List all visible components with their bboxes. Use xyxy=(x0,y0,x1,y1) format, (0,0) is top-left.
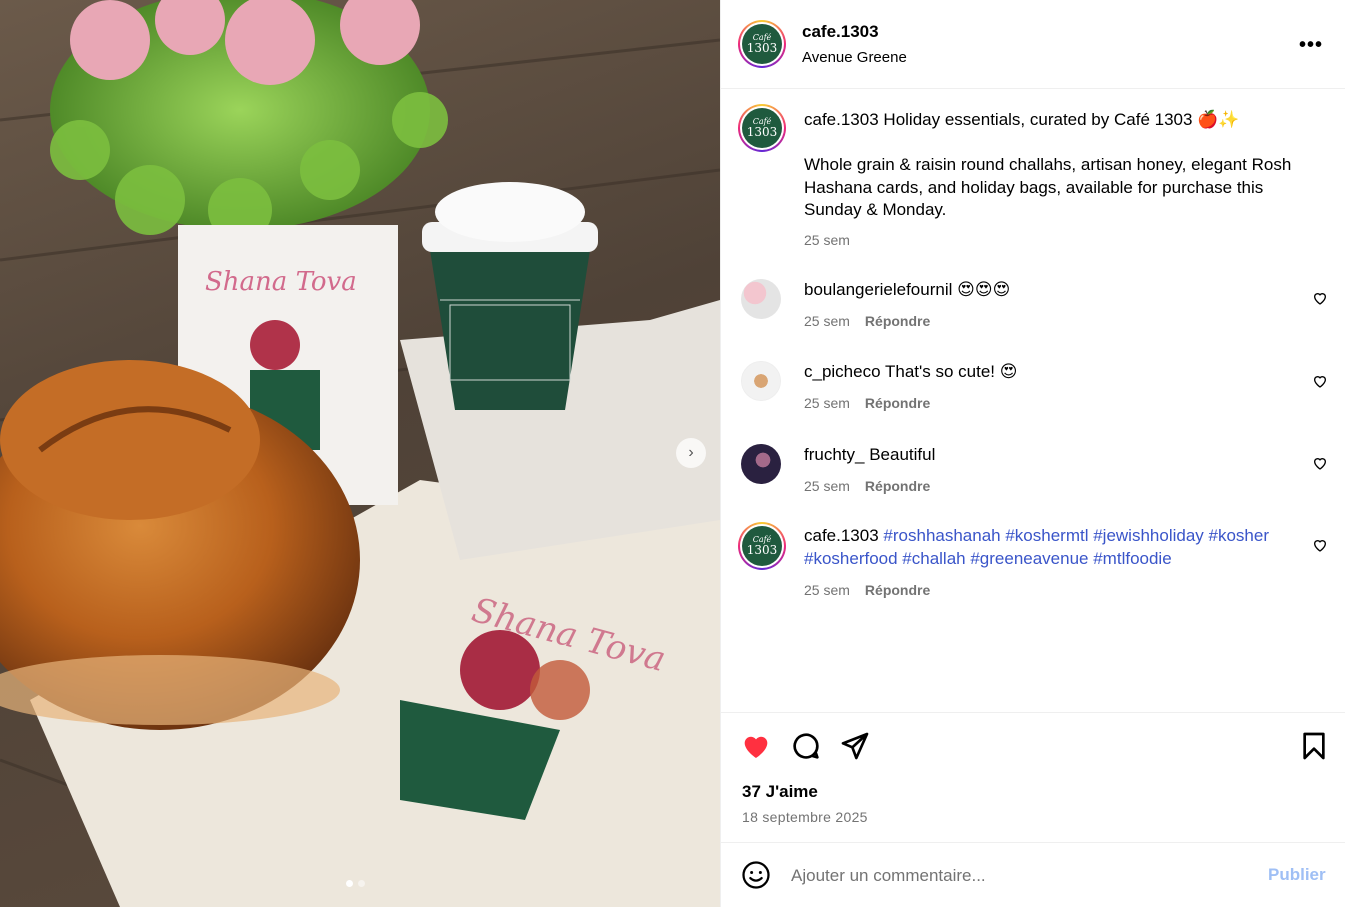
caption-body: Whole grain & raisin round challahs, art… xyxy=(804,155,1292,219)
comment-meta: 25 sem Répondre xyxy=(804,478,930,494)
comment-username[interactable]: c_picheco xyxy=(804,362,881,381)
avatar-logo-line2: 1303 xyxy=(746,125,778,139)
bookmark-save-icon[interactable] xyxy=(1298,730,1330,762)
more-options-icon[interactable]: ••• xyxy=(1299,34,1323,57)
reply-button[interactable]: Répondre xyxy=(865,478,930,494)
like-comment-heart-icon[interactable] xyxy=(1312,290,1328,306)
reply-button[interactable]: Répondre xyxy=(865,582,930,598)
publish-button[interactable]: Publier xyxy=(1268,865,1326,885)
caption-text: cafe.1303 Holiday essentials, curated by… xyxy=(804,109,1314,222)
comment-input[interactable] xyxy=(791,862,1241,890)
comment-body: 😍😍😍 xyxy=(957,280,1011,299)
comment-text: cafe.1303 #roshhashanah #koshermtl #jewi… xyxy=(804,525,1284,570)
comment-avatar[interactable] xyxy=(741,279,781,319)
carousel-dot xyxy=(346,880,353,887)
comment-text: c_picheco That's so cute! 😍 xyxy=(804,361,1017,384)
caption-time: 25 sem xyxy=(804,232,850,248)
comment-avatar[interactable] xyxy=(741,361,781,401)
author-avatar[interactable]: Café 1303 xyxy=(738,20,786,68)
like-comment-heart-icon[interactable] xyxy=(1312,537,1328,553)
comment-body: Beautiful xyxy=(869,445,936,464)
comment-time: 25 sem xyxy=(804,478,850,494)
post-location[interactable]: Avenue Greene xyxy=(802,49,907,66)
post-header: Café 1303 cafe.1303 Avenue Greene ••• xyxy=(721,0,1345,89)
avatar-logo-line2: 1303 xyxy=(746,543,778,557)
comment-time: 25 sem xyxy=(804,582,850,598)
caption-line1: Holiday essentials, curated by Café 1303… xyxy=(883,110,1240,129)
post-photo[interactable]: Shana Tova Shana Tova › xyxy=(0,0,720,907)
comment-avatar[interactable]: Café 1303 xyxy=(738,522,786,570)
comment-meta: 25 sem Répondre xyxy=(804,313,930,329)
next-photo-button[interactable]: › xyxy=(676,438,706,468)
comment-text: boulangerielefournil 😍😍😍 xyxy=(804,279,1010,302)
caption-username[interactable]: cafe.1303 xyxy=(804,110,879,129)
comment-bubble-icon[interactable] xyxy=(790,730,822,762)
likes-count[interactable]: 37 J'aime xyxy=(742,782,818,802)
like-comment-heart-icon[interactable] xyxy=(1312,455,1328,471)
reply-button[interactable]: Répondre xyxy=(865,313,930,329)
like-comment-heart-icon[interactable] xyxy=(1312,373,1328,389)
post-sidebar: Café 1303 cafe.1303 Avenue Greene ••• Ca… xyxy=(720,0,1345,907)
emoji-icon[interactable] xyxy=(741,860,771,890)
comment-meta: 25 sem Répondre xyxy=(804,395,930,411)
comment-time: 25 sem xyxy=(804,313,850,329)
post-actions: 37 J'aime 18 septembre 2025 xyxy=(721,712,1345,842)
comment-body: That's so cute! 😍 xyxy=(884,362,1018,381)
photo-illustration: Shana Tova Shana Tova xyxy=(0,0,720,907)
reply-button[interactable]: Répondre xyxy=(865,395,930,411)
author-username[interactable]: cafe.1303 xyxy=(802,22,879,42)
post-date: 18 septembre 2025 xyxy=(742,809,868,825)
carousel-dot xyxy=(358,880,365,887)
caption-meta: 25 sem xyxy=(804,232,850,248)
comment-username[interactable]: fruchty_ xyxy=(804,445,864,464)
svg-text:Shana Tova: Shana Tova xyxy=(205,267,357,297)
comment-text: fruchty_ Beautiful xyxy=(804,444,935,467)
comment-time: 25 sem xyxy=(804,395,850,411)
caption-avatar[interactable]: Café 1303 xyxy=(738,104,786,152)
comment-username[interactable]: boulangerielefournil xyxy=(804,280,952,299)
comment-meta: 25 sem Répondre xyxy=(804,582,930,598)
comment-composer: Publier xyxy=(721,842,1345,907)
like-heart-icon[interactable] xyxy=(740,730,772,762)
avatar-logo-line2: 1303 xyxy=(746,41,778,55)
comment-username[interactable]: cafe.1303 xyxy=(804,526,879,545)
comment-avatar[interactable] xyxy=(741,444,781,484)
carousel-indicator xyxy=(346,880,365,887)
share-send-icon[interactable] xyxy=(839,730,871,762)
